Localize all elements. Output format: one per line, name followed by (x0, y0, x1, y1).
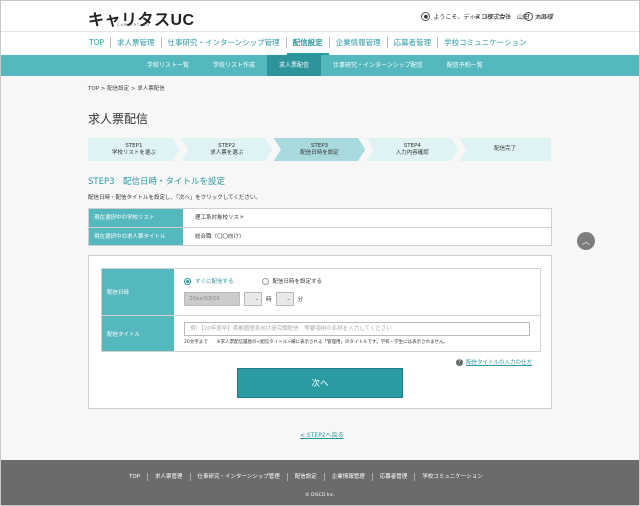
school-list-label: 現在選択中の学校リスト (89, 209, 183, 227)
user-icon: ● (421, 12, 431, 21)
main-nav: TOP 求人票管理 仕事研究・インターンシップ管理 配信設定 企業情報管理 応募… (1, 31, 639, 55)
sub-nav: 学校リスト一覧 学校リスト作成 求人票配信 仕事研究・インターンシップ配信 配信… (1, 55, 639, 76)
footer-top[interactable]: TOP (122, 473, 147, 481)
step-1-label: 学校リストを選ぶ (111, 149, 156, 156)
header: キャリタスUC CAREERTASU ● ようこそ、ディスコ株式会社 山田 太郎… (1, 1, 639, 31)
step-complete: 配信完了 (459, 138, 551, 161)
logout-link[interactable]: ⇥ ログアウト (473, 12, 512, 22)
selection-info-table: 現在選択中の学校リスト 理工系対象校リスト 現在選択中の求人票タイトル 総合職（… (88, 208, 552, 246)
step-complete-label: 配信完了 (494, 146, 517, 152)
mainnav-delivery-settings[interactable]: 配信設定 (285, 37, 329, 55)
title-fields: 例）【20年度卒】首都圏理系向け研究職配信 等要項用の名称を入力してください 2… (174, 316, 540, 351)
copyright: © DISCO Inc. (305, 493, 335, 498)
step-1: STEP1 学校リストを選ぶ (88, 138, 180, 161)
help-icon: ? (524, 12, 533, 21)
radio-dot (261, 277, 269, 285)
step-indicator: STEP1 学校リストを選ぶ STEP2 求人票を選ぶ STEP3 配信日時を設… (88, 138, 552, 161)
subnav-research-delivery[interactable]: 仕事研究・インターンシップ配信 (321, 55, 435, 76)
step-heading: STEP3 配信日時・タイトルを設定 (88, 177, 225, 187)
info-row-job-title: 現在選択中の求人票タイトル 総合職（〇〇向け） (89, 227, 551, 245)
radio-deliver-now[interactable]: すぐに配信する (184, 277, 234, 285)
title-label: 配信タイトル (102, 316, 174, 351)
mainnav-school-communication[interactable]: 学校コミュニケーション (437, 37, 532, 48)
question-icon: ? (456, 358, 463, 366)
step-description: 配信日時・配信タイトルを設定し、「次へ」をクリックしてください。 (88, 195, 261, 201)
mainnav-company-info[interactable]: 企業情報管理 (328, 37, 387, 48)
footer: TOP 求人票管理 仕事研究・インターンシップ管理 配信設定 企業情報管理 応募… (1, 460, 639, 505)
logout-icon: ⇥ (473, 12, 479, 21)
subnav-school-list[interactable]: 学校リスト一覧 (135, 55, 201, 76)
date-fields: すぐに配信する 配信日時を設定する 20xx/03/01 ⌄ 時 ⌄ 分 (174, 269, 540, 315)
step-3: STEP3 配信日時を設定 (273, 138, 366, 161)
delivery-title-input[interactable]: 例）【20年度卒】首都圏理系向け研究職配信 等要項用の名称を入力してください (184, 322, 530, 336)
breadcrumb[interactable]: TOP > 配信設定 > 求人票配信 (88, 84, 165, 92)
logo-sub: CAREERTASU (117, 23, 150, 27)
step-4-num: STEP4 (403, 142, 421, 149)
date-label: 配信日時 (102, 269, 174, 315)
step-4: STEP4 入力内容確認 (366, 138, 459, 161)
step-4-label: 入力内容確認 (395, 149, 429, 156)
radio-schedule[interactable]: 配信日時を設定する (261, 277, 323, 285)
footer-job-research[interactable]: 仕事研究・インターンシップ管理 (189, 473, 287, 481)
mainnav-job-posting[interactable]: 求人票管理 (110, 37, 161, 48)
info-row-school-list: 現在選択中の学校リスト 理工系対象校リスト (89, 209, 551, 227)
hour-unit: 時 (266, 297, 272, 303)
schedule-date-row: 20xx/03/01 ⌄ 時 ⌄ 分 (184, 292, 530, 306)
hour-select[interactable]: ⌄ (244, 292, 262, 306)
mainnav-top[interactable]: TOP (83, 37, 110, 48)
subnav-school-list-create[interactable]: 学校リスト作成 (201, 55, 267, 76)
step-2-num: STEP2 (218, 142, 236, 149)
chevron-down-icon: ⌄ (254, 296, 259, 302)
delivery-timing-radios: すぐに配信する 配信日時を設定する (184, 277, 530, 285)
help-label: ヘルプ (536, 14, 555, 21)
subnav-reservation-list[interactable]: 配信予約一覧 (435, 55, 495, 76)
footer-delivery-settings[interactable]: 配信設定 (286, 473, 324, 481)
footer-company-info[interactable]: 企業情報管理 (323, 473, 372, 481)
school-list-value: 理工系対象校リスト (195, 215, 245, 221)
footer-school-communication[interactable]: 学校コミュニケーション (414, 473, 489, 481)
step-3-label: 配信日時を設定 (300, 149, 339, 156)
minute-unit: 分 (297, 297, 304, 303)
radio-schedule-label: 配信日時を設定する (272, 279, 323, 285)
chevron-down-icon: ⌄ (286, 296, 291, 302)
step-1-num: STEP1 (125, 142, 143, 149)
title-note: 20文字まで ※求人票配信履歴の<配信タイトル>欄に表示される「管理用」のタイト… (184, 340, 448, 345)
radio-deliver-now-label: すぐに配信する (195, 279, 234, 285)
date-input[interactable]: 20xx/03/01 (184, 292, 240, 306)
mainnav-applicants[interactable]: 応募者管理 (386, 37, 438, 48)
title-help-label: 配信タイトルの入力の仕方 (466, 360, 533, 366)
logout-label: ログアウト (481, 14, 512, 21)
step-2-label: 求人票を選ぶ (210, 149, 244, 156)
footer-applicants[interactable]: 応募者管理 (371, 473, 415, 481)
subnav-job-posting-delivery[interactable]: 求人票配信 (267, 55, 322, 76)
mainnav-job-research[interactable]: 仕事研究・インターンシップ管理 (160, 37, 286, 48)
back-to-step2-link[interactable]: < STEP2へ戻る (300, 430, 344, 439)
step-3-num: STEP3 (310, 142, 329, 149)
chevron-up-icon: ︿ (582, 236, 590, 246)
next-button[interactable]: 次へ (237, 368, 403, 398)
help-link[interactable]: ? ヘルプ (524, 12, 554, 21)
job-title-value: 総合職（〇〇向け） (195, 234, 245, 240)
minute-select[interactable]: ⌄ (275, 292, 294, 306)
scroll-top-button[interactable]: ︿ (577, 232, 595, 250)
job-title-label: 現在選択中の求人票タイトル (89, 228, 183, 245)
form-table: 配信日時 すぐに配信する 配信日時を設定する 20xx/03/01 ⌄ 時 ⌄ … (101, 268, 541, 352)
title-help-link[interactable]: ? 配信タイトルの入力の仕方 (456, 358, 532, 366)
form-row-title: 配信タイトル 例）【20年度卒】首都圏理系向け研究職配信 等要項用の名称を入力し… (102, 315, 540, 351)
footer-job-posting[interactable]: 求人票管理 (147, 473, 190, 481)
step-2: STEP2 求人票を選ぶ (180, 138, 273, 161)
radio-dot-checked (184, 277, 191, 285)
form-row-date: 配信日時 すぐに配信する 配信日時を設定する 20xx/03/01 ⌄ 時 ⌄ … (102, 269, 540, 315)
page-title: 求人票配信 (88, 112, 149, 126)
